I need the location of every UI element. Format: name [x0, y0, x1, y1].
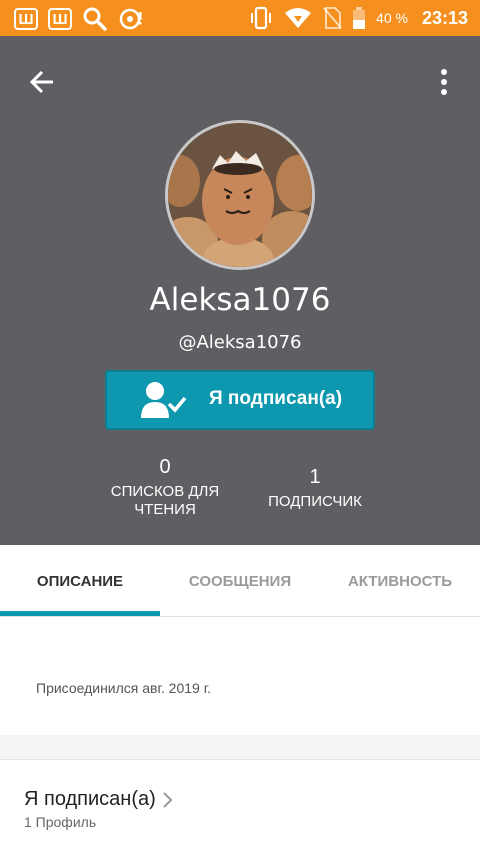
app-notification-icon: Ш — [48, 8, 72, 30]
following-toggle-button[interactable]: Я подписан(а) — [105, 370, 375, 430]
followers-count: 1 — [309, 466, 321, 488]
reading-lists-stat[interactable]: 0 СПИСКОВ ДЛЯ ЧТЕНИЯ — [100, 456, 230, 519]
more-vertical-icon — [441, 69, 447, 95]
status-bar-system: 40 % 23:13 — [248, 0, 468, 36]
more-options-button[interactable] — [428, 62, 460, 102]
clock: 23:13 — [421, 7, 468, 28]
disc-notification-icon — [119, 8, 142, 30]
back-button[interactable] — [22, 62, 62, 102]
wifi-icon — [285, 8, 312, 28]
section-divider — [0, 735, 480, 760]
battery-percent: 40 % — [376, 10, 408, 26]
status-bar: Ш Ш 40 % 23:13 — [0, 0, 480, 36]
chevron-right-icon — [163, 792, 173, 808]
user-check-icon — [141, 382, 187, 418]
avatar[interactable] — [165, 120, 315, 270]
status-bar-notifications: Ш Ш — [14, 6, 144, 32]
arrow-left-icon — [29, 70, 53, 94]
followers-stat[interactable]: 1 ПОДПИСЧИК — [250, 466, 380, 511]
tab-activity[interactable]: АКТИВНОСТЬ — [320, 545, 480, 617]
app-notification-icon: Ш — [14, 8, 38, 30]
reading-lists-count: 0 — [159, 456, 171, 478]
following-title: Я подписан(а) — [24, 788, 156, 810]
profile-header: Aleksa1076 @Aleksa1076 Я подписан(а) 0 С… — [0, 36, 480, 545]
joined-date: Присоединился авг. 2019 г. — [36, 680, 211, 696]
reading-lists-label-line2: ЧТЕНИЯ — [134, 501, 196, 518]
active-tab-indicator — [0, 611, 160, 616]
tab-messages[interactable]: СООБЩЕНИЯ — [160, 545, 320, 617]
description-section: Присоединился авг. 2019 г. — [0, 618, 480, 735]
profile-tabs: ОПИСАНИЕ СООБЩЕНИЯ АКТИВНОСТЬ — [0, 545, 480, 617]
following-count: 1 Профиль — [24, 814, 97, 830]
profile-username: Aleksa1076 — [149, 282, 331, 318]
battery-icon — [353, 7, 366, 29]
vibrate-icon — [251, 6, 272, 30]
following-toggle-label: Я подписан(а) — [209, 388, 343, 409]
no-sim-icon — [323, 7, 342, 29]
followers-label: ПОДПИСЧИК — [268, 493, 362, 510]
avatar-image — [168, 123, 312, 267]
search-icon — [83, 7, 107, 31]
tab-description[interactable]: ОПИСАНИЕ — [0, 545, 160, 617]
reading-lists-label: СПИСКОВ ДЛЯ ЧТЕНИЯ — [100, 483, 230, 519]
following-section[interactable]: Я подписан(а) 1 Профиль — [0, 760, 480, 854]
profile-handle: @Aleksa1076 — [178, 332, 302, 353]
reading-lists-label-line1: СПИСКОВ ДЛЯ — [110, 483, 220, 500]
